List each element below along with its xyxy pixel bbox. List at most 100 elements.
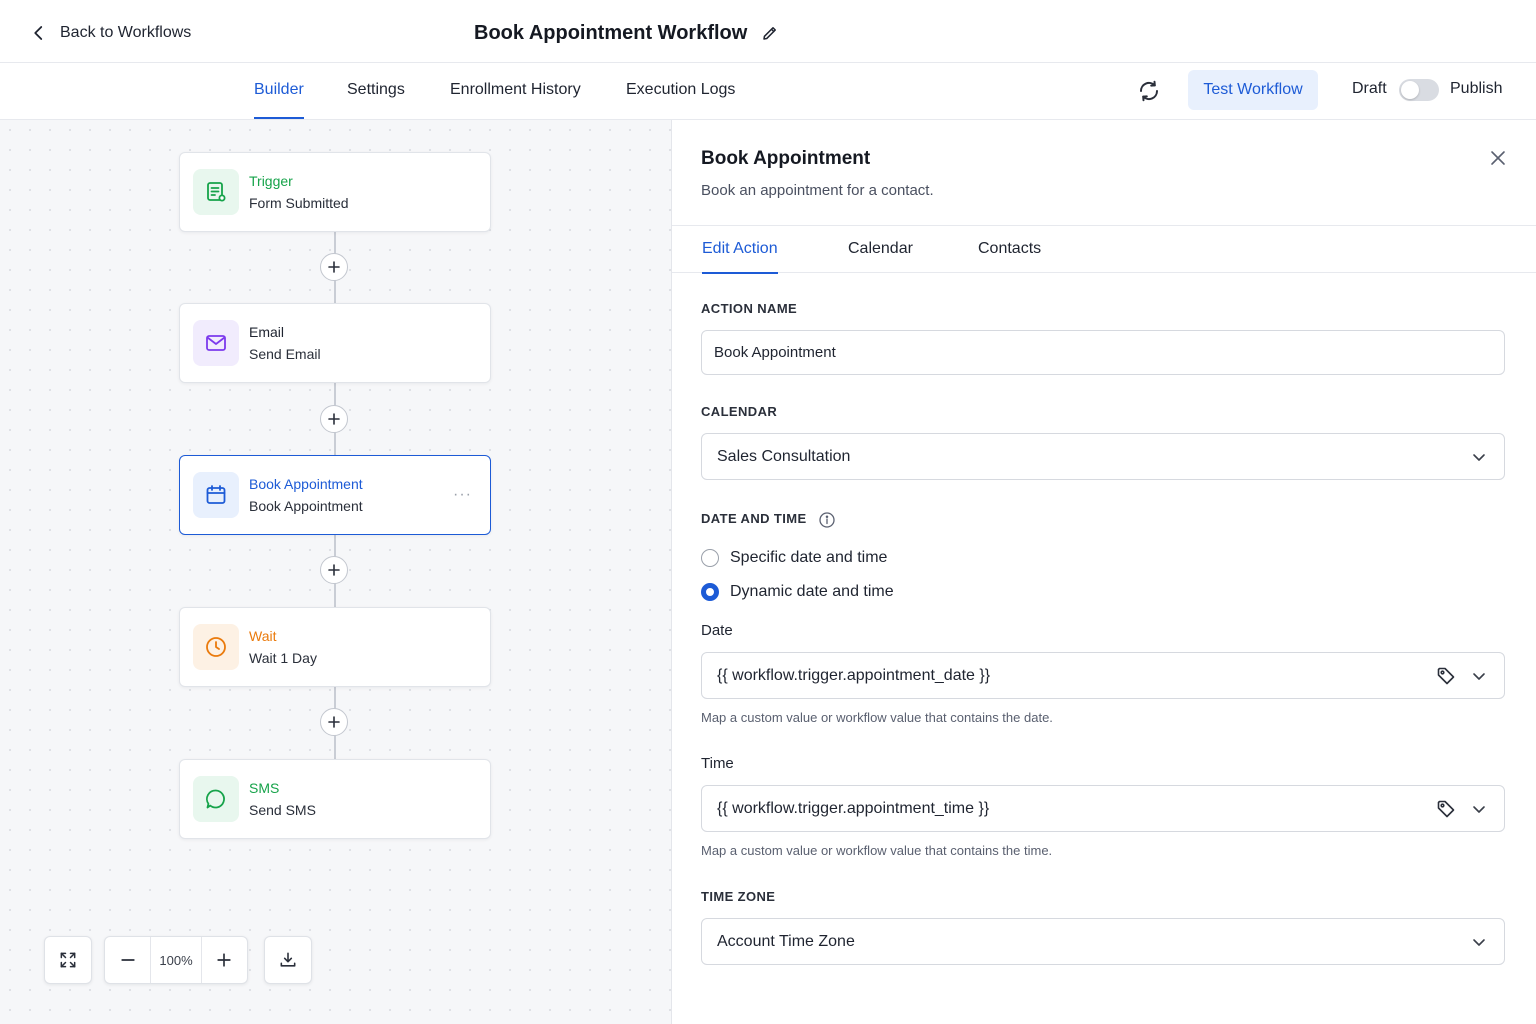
info-icon[interactable]: [818, 511, 835, 528]
radio-label: Specific date and time: [730, 549, 888, 566]
back-label: Back to Workflows: [60, 24, 192, 41]
time-help-text: Map a custom value or workflow value tha…: [701, 843, 1053, 858]
radio-button: [701, 549, 719, 567]
workflow-node-email[interactable]: Email Send Email: [179, 303, 491, 383]
node-icon-bg: [193, 320, 239, 366]
publish-label: Publish: [1450, 80, 1503, 97]
tab-contacts[interactable]: Contacts: [978, 226, 1041, 273]
top-header: Back to Workflows Book Appointment Workf…: [0, 0, 1536, 63]
zoom-level: 100%: [150, 937, 202, 983]
plus-icon: [328, 716, 340, 728]
node-type: Trigger: [249, 173, 293, 189]
action-name-label: ACTION NAME: [701, 301, 798, 316]
workflow-title: Book Appointment Workflow: [474, 21, 748, 44]
node-icon-bg: [193, 624, 239, 670]
workflow-node-sms[interactable]: SMS Send SMS: [179, 759, 491, 839]
radio-dynamic-date-time[interactable]: Dynamic date and time: [701, 583, 894, 601]
chat-icon: [206, 789, 225, 809]
radio-button-selected: [701, 583, 719, 601]
refresh-icon[interactable]: [1137, 79, 1161, 103]
workflow-tabs-bar: Builder Settings Enrollment History Exec…: [0, 63, 1536, 120]
node-icon-bg: [193, 776, 239, 822]
tab-builder[interactable]: Builder: [254, 63, 304, 119]
node-type: Book Appointment: [249, 476, 363, 492]
time-zone-value: Account Time Zone: [717, 932, 855, 950]
chevron-down-icon: [1473, 672, 1485, 680]
zoom-out-button[interactable]: [105, 937, 150, 983]
node-name: Book Appointment: [249, 498, 363, 514]
workflow-node-book-appointment[interactable]: Book Appointment Book Appointment ···: [179, 455, 491, 535]
panel-header: Book Appointment Book an appointment for…: [672, 120, 1536, 226]
more-options-icon[interactable]: ···: [453, 486, 472, 504]
action-name-input[interactable]: [714, 344, 1504, 361]
time-zone-select[interactable]: Account Time Zone: [701, 918, 1505, 965]
tab-enrollment-history[interactable]: Enrollment History: [450, 63, 581, 119]
time-zone-label: TIME ZONE: [701, 889, 776, 904]
draft-label: Draft: [1352, 80, 1387, 97]
publish-toggle[interactable]: [1399, 79, 1439, 101]
time-select[interactable]: {{ workflow.trigger.appointment_time }}: [701, 785, 1505, 832]
plus-icon: [328, 261, 340, 273]
panel-title: Book Appointment: [701, 148, 871, 169]
download-button[interactable]: [265, 937, 311, 983]
plus-icon: [217, 953, 231, 967]
back-to-workflows-link[interactable]: Back to Workflows: [30, 20, 191, 46]
add-step-button[interactable]: [320, 253, 348, 281]
add-step-button[interactable]: [320, 556, 348, 584]
workflow-node-wait[interactable]: Wait Wait 1 Day: [179, 607, 491, 687]
chevron-down-icon: [1473, 805, 1485, 813]
fit-view-button[interactable]: [45, 937, 91, 983]
mail-icon: [206, 335, 226, 351]
node-type: Wait: [249, 628, 277, 644]
plus-icon: [328, 413, 340, 425]
panel-subtitle: Book an appointment for a contact.: [701, 182, 934, 199]
minus-icon: [121, 959, 135, 961]
workflow-node-trigger[interactable]: Trigger Form Submitted: [179, 152, 491, 232]
tab-calendar[interactable]: Calendar: [848, 226, 913, 273]
node-icon-bg: [193, 169, 239, 215]
node-type: SMS: [249, 780, 280, 796]
add-step-button[interactable]: [320, 708, 348, 736]
workflow-title-group: Book Appointment Workflow: [474, 18, 779, 48]
radio-specific-date-time[interactable]: Specific date and time: [701, 549, 887, 567]
chevron-down-icon: [1473, 453, 1485, 461]
zoom-control: 100%: [104, 936, 248, 984]
download-control: [264, 936, 312, 984]
calendar-select[interactable]: Sales Consultation: [701, 433, 1505, 480]
download-icon: [280, 952, 296, 967]
tab-execution-logs[interactable]: Execution Logs: [626, 63, 735, 119]
tag-icon[interactable]: [1436, 799, 1456, 819]
tab-edit-action[interactable]: Edit Action: [702, 226, 778, 274]
fit-view-control: [44, 936, 92, 984]
tab-settings[interactable]: Settings: [347, 63, 405, 119]
action-settings-panel: Book Appointment Book an appointment for…: [672, 120, 1536, 1024]
form-icon: [207, 182, 226, 202]
node-name: Send SMS: [249, 802, 316, 818]
radio-label: Dynamic date and time: [730, 583, 894, 600]
add-step-button[interactable]: [320, 405, 348, 433]
plus-icon: [328, 564, 340, 576]
calendar-value: Sales Consultation: [717, 447, 851, 465]
date-time-label: DATE AND TIME: [701, 511, 835, 528]
time-value: {{ workflow.trigger.appointment_time }}: [717, 799, 990, 817]
chevron-left-icon: [34, 26, 43, 40]
date-select[interactable]: {{ workflow.trigger.appointment_date }}: [701, 652, 1505, 699]
node-name: Wait 1 Day: [249, 650, 317, 666]
zoom-in-button[interactable]: [202, 937, 247, 983]
test-workflow-button[interactable]: Test Workflow: [1188, 70, 1318, 110]
node-type: Email: [249, 324, 285, 340]
pencil-icon[interactable]: [761, 24, 779, 42]
calendar-label: CALENDAR: [701, 404, 778, 419]
date-value: {{ workflow.trigger.appointment_date }}: [717, 666, 991, 684]
node-icon-bg: [193, 472, 239, 518]
chevron-down-icon: [1473, 938, 1485, 946]
date-label: Date: [701, 622, 733, 639]
action-name-field: [701, 330, 1505, 375]
workflow-canvas[interactable]: Trigger Form Submitted Email Send Email …: [0, 120, 672, 1024]
tag-icon[interactable]: [1436, 666, 1456, 686]
node-name: Send Email: [249, 346, 321, 362]
date-time-label-text: DATE AND TIME: [701, 511, 807, 526]
clock-icon: [206, 637, 226, 657]
calendar-icon: [206, 485, 226, 504]
close-icon[interactable]: [1488, 148, 1508, 168]
